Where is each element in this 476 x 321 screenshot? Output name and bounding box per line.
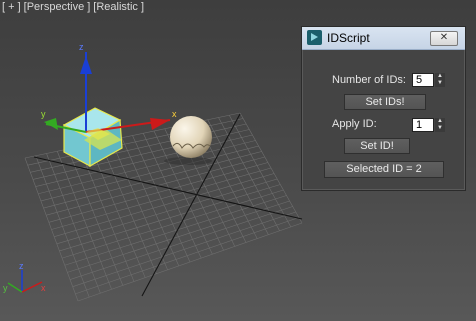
grid-line bbox=[72, 211, 296, 287]
gizmo-z-label: z bbox=[79, 42, 84, 52]
grid-line bbox=[69, 206, 293, 280]
axis-tripod: z x y bbox=[3, 261, 46, 293]
viewport-label-menu: [ + ] [Perspective ] [Realistic ] bbox=[2, 1, 147, 13]
spinner-up-icon[interactable]: ▲ bbox=[435, 73, 445, 80]
grid-line bbox=[75, 217, 299, 295]
set-ids-button[interactable]: Set IDs! bbox=[344, 94, 426, 110]
viewport-pov-menu[interactable]: [Perspective ] bbox=[24, 1, 91, 13]
number-of-ids-input[interactable]: 5 bbox=[412, 73, 434, 87]
sphere-object bbox=[164, 116, 212, 165]
gizmo-x-label: x bbox=[172, 109, 177, 119]
apply-id-spinner[interactable]: 1 ▲ ▼ bbox=[412, 118, 445, 132]
idscript-dialog: IDScript ✕ Number of IDs: 5 ▲ ▼ Set IDs!… bbox=[301, 26, 466, 191]
dialog-titlebar[interactable]: IDScript ✕ bbox=[302, 27, 465, 50]
viewport-plus-menu[interactable]: [ + ] bbox=[2, 1, 21, 13]
apply-id-arrows[interactable]: ▲ ▼ bbox=[435, 118, 445, 132]
tripod-x-label: x bbox=[41, 283, 46, 293]
grid-line bbox=[77, 222, 303, 302]
apply-id-input[interactable]: 1 bbox=[412, 118, 434, 132]
max-app-icon bbox=[307, 30, 322, 45]
number-of-ids-arrows[interactable]: ▲ ▼ bbox=[435, 73, 445, 87]
apply-id-label: Apply ID: bbox=[332, 118, 377, 130]
spinner-up-icon[interactable]: ▲ bbox=[435, 118, 445, 125]
set-id-button[interactable]: Set ID! bbox=[344, 138, 410, 154]
box-object bbox=[62, 107, 123, 168]
gizmo-y-label: y bbox=[41, 109, 46, 119]
grid-line bbox=[228, 115, 292, 228]
tripod-y-label: y bbox=[3, 283, 8, 293]
close-button[interactable]: ✕ bbox=[430, 31, 458, 46]
spinner-down-icon[interactable]: ▼ bbox=[435, 80, 445, 87]
tripod-z-label: z bbox=[19, 261, 24, 271]
spinner-down-icon[interactable]: ▼ bbox=[435, 125, 445, 132]
number-of-ids-spinner[interactable]: 5 ▲ ▼ bbox=[412, 73, 445, 87]
viewport-shading-menu[interactable]: [Realistic ] bbox=[93, 1, 144, 13]
number-of-ids-label: Number of IDs: bbox=[332, 74, 406, 86]
selected-id-button[interactable]: Selected ID = 2 bbox=[324, 161, 444, 178]
dialog-title: IDScript bbox=[327, 31, 370, 45]
